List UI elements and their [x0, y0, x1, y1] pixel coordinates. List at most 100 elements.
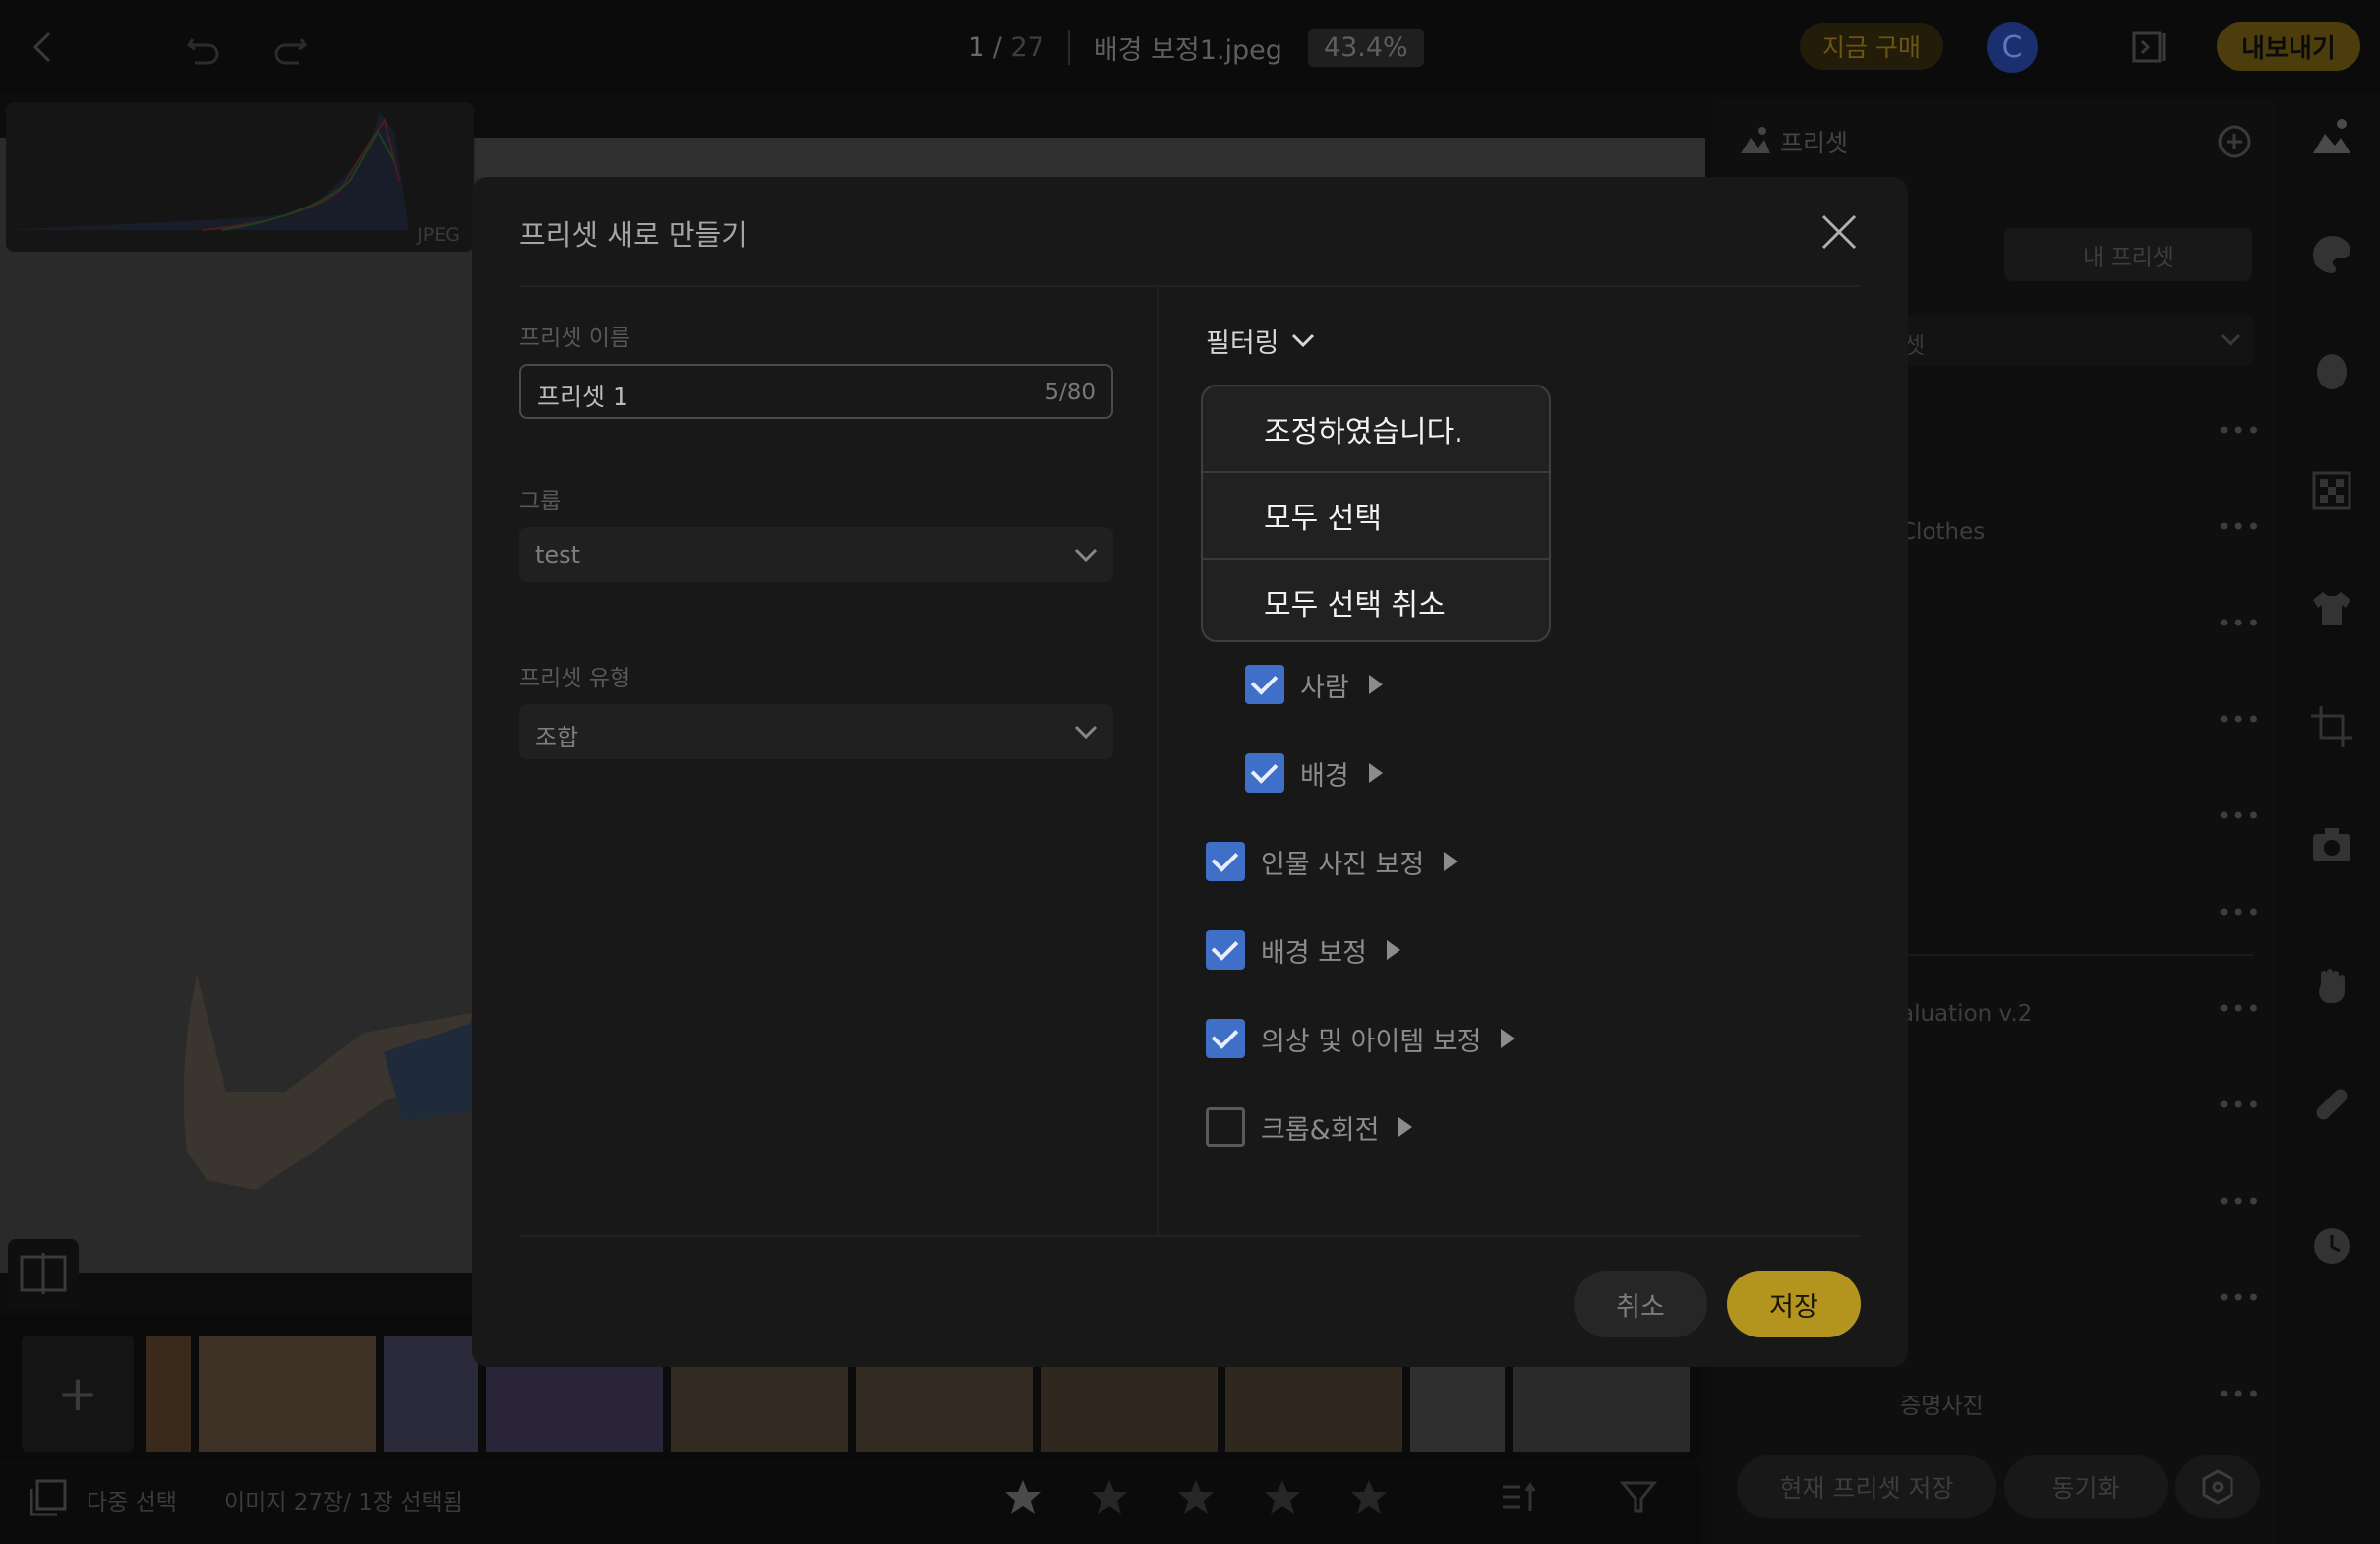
- hand-icon[interactable]: [2309, 964, 2354, 1009]
- preset-list-item[interactable]: aluation v.2: [1900, 1001, 2032, 1027]
- expand-arrow-icon[interactable]: [1398, 1117, 1413, 1137]
- filter-label: 필터링: [1206, 327, 1279, 359]
- more-options-icon[interactable]: •••: [2217, 610, 2261, 637]
- star-icon[interactable]: [1263, 1477, 1302, 1516]
- checkbox-background-retouch[interactable]: 배경 보정: [1206, 930, 1400, 970]
- menu-item-select-all[interactable]: 모두 선택: [1203, 473, 1549, 558]
- checkbox[interactable]: [1206, 1019, 1245, 1058]
- checkbox-label: 배경: [1300, 760, 1349, 792]
- save-button[interactable]: 저장: [1727, 1271, 1861, 1337]
- cancel-button[interactable]: 취소: [1574, 1271, 1707, 1337]
- checkbox-label: 배경 보정: [1261, 937, 1367, 969]
- crop-icon[interactable]: [2309, 704, 2354, 749]
- checkbox-person[interactable]: 사람: [1245, 665, 1383, 704]
- camera-icon[interactable]: [2309, 822, 2354, 867]
- palette-icon[interactable]: [2309, 232, 2354, 277]
- checkbox-portrait-retouch[interactable]: 인물 사진 보정: [1206, 842, 1458, 881]
- zoom-level[interactable]: 43.4%: [1307, 28, 1424, 67]
- avatar[interactable]: C: [1987, 22, 2038, 73]
- star-icon[interactable]: [1003, 1477, 1042, 1516]
- divider: [519, 1235, 1861, 1237]
- checkbox-clothing-retouch[interactable]: 의상 및 아이템 보정: [1206, 1019, 1516, 1058]
- menu-item-adjusted[interactable]: 조정하였습니다.: [1203, 386, 1549, 471]
- filter-icon[interactable]: [1619, 1477, 1658, 1516]
- checkbox[interactable]: [1206, 842, 1245, 881]
- preset-settings-button[interactable]: [2175, 1455, 2260, 1518]
- expand-arrow-icon[interactable]: [1444, 852, 1458, 871]
- save-current-preset-button[interactable]: 현재 프리셋 저장: [1737, 1455, 1996, 1518]
- chevron-down-icon: [1291, 333, 1314, 348]
- redo-icon[interactable]: [269, 26, 313, 69]
- multi-select-label[interactable]: 다중 선택: [87, 1483, 177, 1516]
- histogram-graph: [6, 112, 409, 231]
- add-preset-icon[interactable]: [2217, 124, 2252, 159]
- preset-type-select[interactable]: 조합: [519, 704, 1113, 759]
- checkbox[interactable]: [1206, 930, 1245, 970]
- preset-tool-icon[interactable]: [2309, 114, 2354, 159]
- menu-item-deselect-all[interactable]: 모두 선택 취소: [1203, 560, 1549, 640]
- expand-arrow-icon[interactable]: [1368, 763, 1383, 783]
- preset-group-select[interactable]: 셋: [1900, 315, 2254, 366]
- thumbnail[interactable]: [384, 1336, 478, 1452]
- add-image-button[interactable]: +: [22, 1336, 134, 1452]
- tab-my-presets[interactable]: 내 프리셋: [2004, 228, 2252, 281]
- checkbox-label: 사람: [1300, 672, 1349, 703]
- image-info: 1 / 27 배경 보정1.jpeg 43.4%: [968, 26, 1424, 69]
- histogram: JPEG: [6, 102, 474, 252]
- close-icon[interactable]: [1815, 208, 1863, 256]
- star-icon[interactable]: [1349, 1477, 1389, 1516]
- hexagon-settings-icon: [2202, 1469, 2233, 1505]
- expand-arrow-icon[interactable]: [1368, 675, 1383, 694]
- thumbnail[interactable]: [199, 1336, 376, 1452]
- preset-name-value: 프리셋 1: [537, 383, 628, 411]
- preset-name-label: 프리셋 이름: [519, 326, 631, 351]
- expand-arrow-icon[interactable]: [1501, 1029, 1516, 1048]
- history-icon[interactable]: [2309, 1223, 2354, 1269]
- divider: [519, 285, 1861, 287]
- sort-icon[interactable]: [1499, 1477, 1538, 1516]
- thumbnail[interactable]: [146, 1336, 191, 1452]
- more-options-icon[interactable]: •••: [2217, 1092, 2261, 1119]
- panel-toggle-icon[interactable]: [2128, 26, 2172, 69]
- expand-arrow-icon[interactable]: [1386, 940, 1400, 960]
- preset-name-input[interactable]: 프리셋 1 5/80: [519, 364, 1113, 419]
- checkbox[interactable]: [1206, 1107, 1245, 1147]
- face-icon[interactable]: [2309, 350, 2354, 395]
- divider: [1067, 30, 1070, 65]
- checkbox-label: 크롭&회전: [1261, 1114, 1380, 1146]
- more-options-icon[interactable]: •••: [2217, 1381, 2261, 1408]
- group-label: 그룹: [519, 489, 562, 514]
- more-options-icon[interactable]: •••: [2217, 513, 2261, 541]
- filter-dropdown-button[interactable]: 필터링: [1206, 321, 1317, 360]
- more-options-icon[interactable]: •••: [2217, 995, 2261, 1023]
- undo-icon[interactable]: [181, 26, 224, 69]
- more-options-icon[interactable]: •••: [2217, 1188, 2261, 1216]
- background-icon[interactable]: [2309, 468, 2354, 513]
- back-icon[interactable]: [22, 26, 65, 69]
- export-button[interactable]: 내보내기: [2217, 22, 2360, 71]
- more-options-icon[interactable]: •••: [2217, 417, 2261, 445]
- create-preset-dialog: [472, 177, 1908, 1367]
- star-icon[interactable]: [1176, 1477, 1216, 1516]
- more-options-icon[interactable]: •••: [2217, 706, 2261, 734]
- multi-select-icon[interactable]: [28, 1479, 69, 1518]
- buy-now-button[interactable]: 지금 구매: [1800, 23, 1943, 70]
- star-icon[interactable]: [1090, 1477, 1129, 1516]
- checkbox-crop-rotate[interactable]: 크롭&회전: [1206, 1107, 1413, 1147]
- preset-list-item[interactable]: 증명사진: [1900, 1387, 1984, 1420]
- checkbox[interactable]: [1245, 665, 1284, 704]
- dialog-title: 프리셋 새로 만들기: [519, 218, 747, 252]
- group-select[interactable]: test: [519, 527, 1113, 582]
- compare-icon[interactable]: [8, 1239, 79, 1310]
- preset-list-item[interactable]: Clothes: [1900, 519, 1985, 545]
- more-options-icon[interactable]: •••: [2217, 802, 2261, 830]
- checkbox-background[interactable]: 배경: [1245, 753, 1383, 793]
- clothes-icon[interactable]: [2309, 586, 2354, 631]
- preset-type-value: 조합: [535, 724, 579, 751]
- sync-button[interactable]: 동기화: [2004, 1455, 2168, 1518]
- checkbox[interactable]: [1245, 753, 1284, 793]
- more-options-icon[interactable]: •••: [2217, 1284, 2261, 1312]
- more-options-icon[interactable]: •••: [2217, 899, 2261, 926]
- preset-type-label: 프리셋 유형: [519, 666, 631, 691]
- bandage-icon[interactable]: [2309, 1082, 2354, 1127]
